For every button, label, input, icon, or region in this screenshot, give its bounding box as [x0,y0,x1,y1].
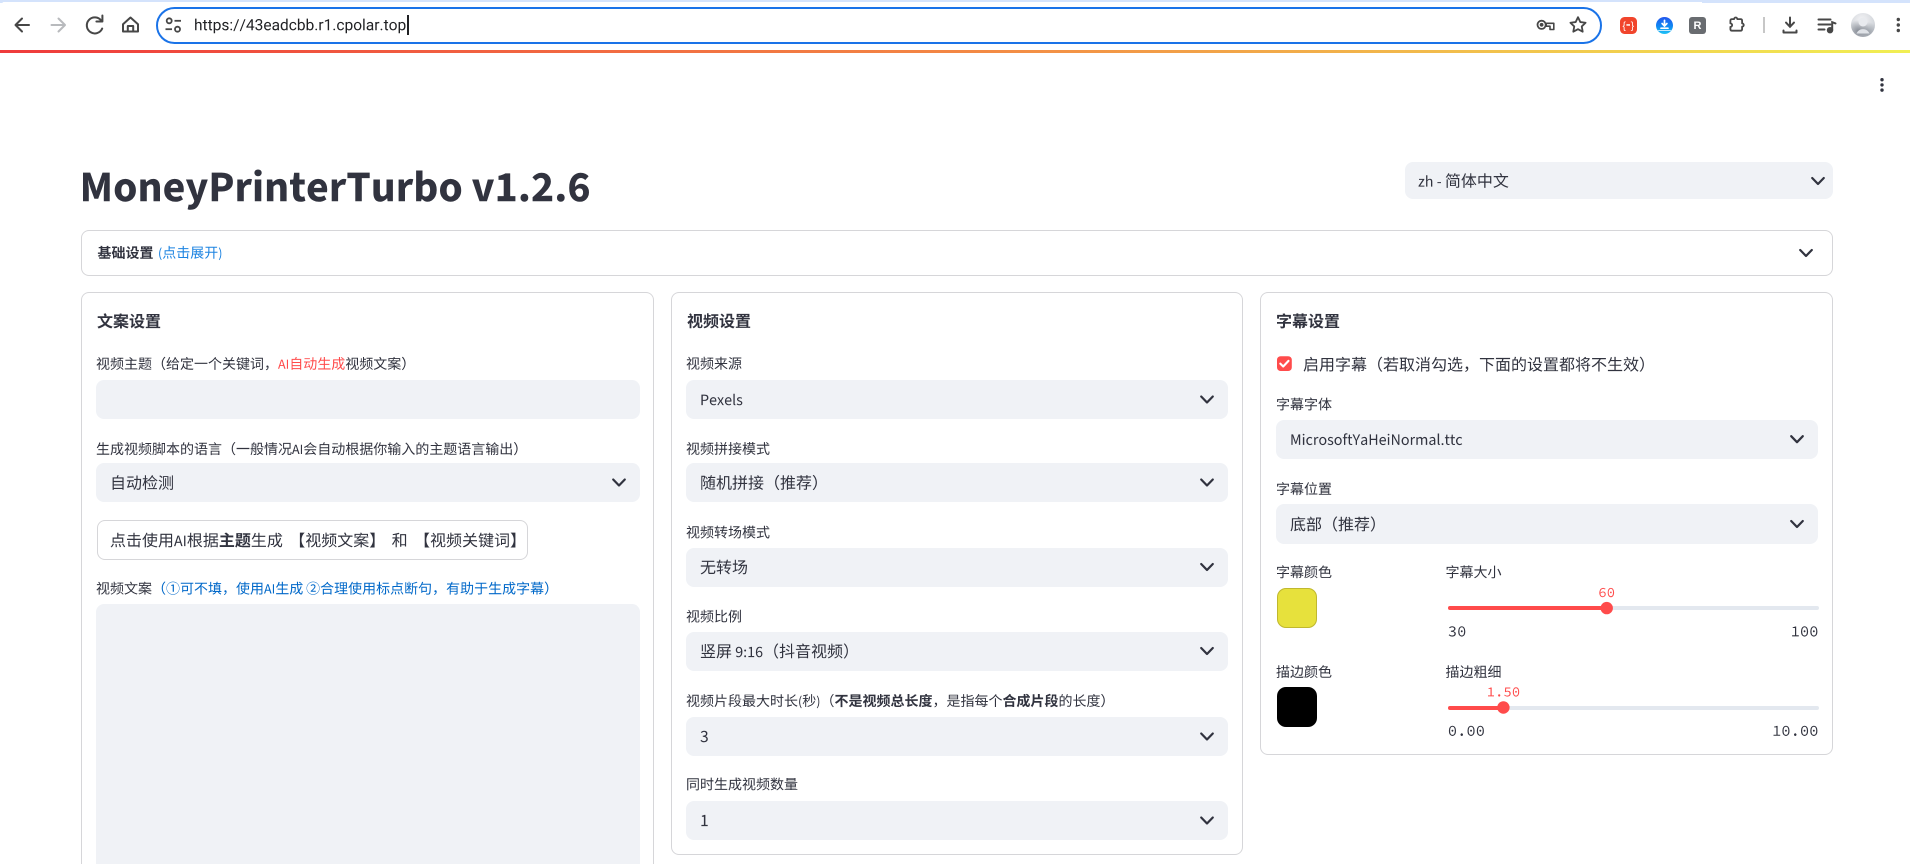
svg-text:{: { [1623,21,1627,32]
svg-text:}: } [1631,21,1635,32]
svg-text:R: R [1694,20,1702,32]
